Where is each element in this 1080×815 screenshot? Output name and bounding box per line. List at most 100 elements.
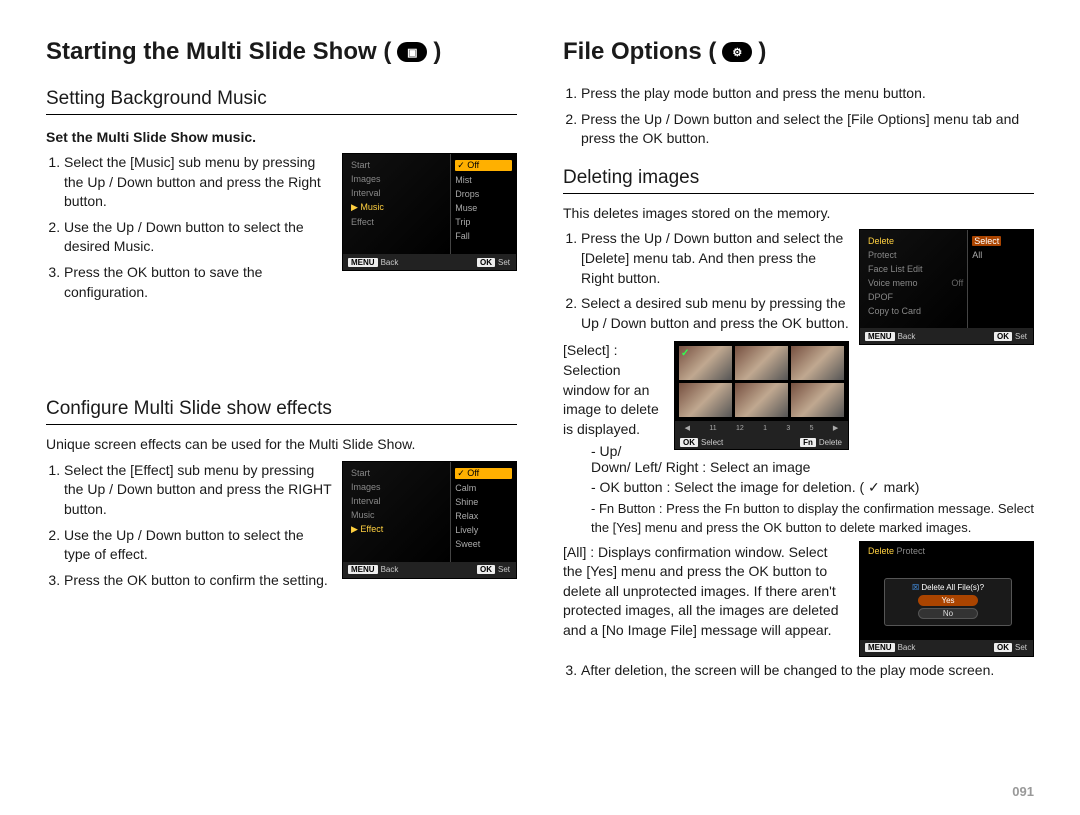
lcd-opt: Trip — [455, 217, 512, 227]
lcd-opt: Fall — [455, 231, 512, 241]
right-title: File Options ( ⚙ ) — [563, 38, 1034, 66]
thumb-cell — [679, 383, 732, 417]
lcd-item: Protect — [868, 250, 963, 260]
thumb-cell — [735, 383, 788, 417]
nav-right-icon: ▶ — [833, 424, 838, 432]
nav-left-icon: ◀ — [685, 424, 690, 432]
lcd-set-label: Set — [1015, 643, 1027, 652]
step: Press the Up / Down button and select th… — [581, 110, 1034, 149]
lcd-opt: Lively — [455, 525, 512, 535]
modal-question: Delete All File(s)? — [921, 583, 984, 592]
lcd-back-label: Back — [381, 258, 399, 267]
page-num: 3 — [786, 425, 790, 432]
thumb-cell — [791, 346, 844, 380]
lcd-item-selected: Music — [360, 202, 384, 212]
lcd-back-label: Back — [898, 332, 916, 341]
lcd-item: Start — [351, 468, 446, 478]
lcd-item-selected: Delete — [868, 546, 894, 556]
thumb-cell — [791, 383, 844, 417]
lcd-opt: Calm — [455, 483, 512, 493]
lcd-opt-selected: Off — [467, 468, 479, 478]
lcd-item: Start — [351, 160, 446, 170]
lcd-menu-btn: MENU — [348, 258, 378, 267]
lcd-ok-btn: OK — [477, 258, 495, 267]
heading-deleting: Deleting images — [563, 167, 1034, 194]
detail-line: - OK button : Select the image for delet… — [591, 479, 1034, 496]
page-number: 091 — [1012, 784, 1034, 799]
title-text: File Options ( — [563, 38, 716, 66]
lcd-item: Images — [351, 482, 446, 492]
lcd-opt: Drops — [455, 189, 512, 199]
lcd-set-label: Set — [498, 258, 510, 267]
lcd-ok-btn: OK — [680, 438, 698, 447]
section-effects: Configure Multi Slide show effects Uniqu… — [46, 380, 517, 598]
lcd-opt: Mist — [455, 175, 512, 185]
thumb-cell — [735, 346, 788, 380]
lcd-opt: Muse — [455, 203, 512, 213]
lcd-item: Voice memo — [868, 278, 918, 288]
lcd-back-label: Back — [898, 643, 916, 652]
lcd-ok-btn: OK — [994, 643, 1012, 652]
thumb-cell — [679, 346, 732, 380]
section-background-music: Setting Background Music Set the Multi S… — [46, 70, 517, 310]
lcd-opt: Shine — [455, 497, 512, 507]
modal-yes: Yes — [918, 595, 978, 606]
title-close: ) — [758, 38, 766, 66]
intro-effects: Unique screen effects can be used for th… — [46, 435, 517, 455]
modal-no: No — [918, 608, 978, 619]
lcd-ok-btn: OK — [477, 565, 495, 574]
lcd-item: Effect — [351, 217, 446, 227]
lcd-menu-btn: MENU — [865, 643, 895, 652]
left-title: Starting the Multi Slide Show ( ▣ ) — [46, 38, 517, 66]
lcd-set-label: Set — [498, 565, 510, 574]
lcd-item: Protect — [897, 546, 926, 556]
confirm-modal: ☒ Delete All File(s)? Yes No — [884, 578, 1012, 626]
lcd-fn-btn: Fn — [800, 438, 816, 447]
lcd-item-selected: Delete — [868, 236, 963, 246]
slideshow-icon: ▣ — [397, 42, 427, 62]
lcd-set-label: Set — [1015, 332, 1027, 341]
lcd-opt: Sweet — [455, 539, 512, 549]
lcd-delete-label: Delete — [819, 438, 842, 447]
lcd-thumbnail-select: ◀ 11 12 1 3 5 ▶ OK Select Fn Delete — [674, 341, 849, 450]
page-num: 11 — [709, 425, 716, 432]
lcd-delete-all-dialog: Delete Protect ☒ Delete All File(s)? Yes… — [859, 541, 1034, 657]
lcd-menu-btn: MENU — [865, 332, 895, 341]
lcd-item: Interval — [351, 496, 446, 506]
lcd-opt-selected: Select — [972, 236, 1001, 246]
file-options-icon: ⚙ — [722, 42, 752, 62]
lcd-opt-selected: Off — [467, 160, 479, 170]
lcd-item: Images — [351, 174, 446, 184]
right-column: File Options ( ⚙ ) Press the play mode b… — [563, 38, 1034, 688]
page-num: 1 — [763, 425, 767, 432]
lcd-item: DPOF — [868, 292, 963, 302]
step: After deletion, the screen will be chang… — [581, 661, 1034, 681]
lcd-item: Music — [351, 510, 446, 520]
lcd-back-label: Back — [381, 565, 399, 574]
lcd-opt: All — [972, 250, 1029, 260]
lcd-effect-menu: Start Images Interval Music ▶ Effect ✓ O… — [342, 461, 517, 579]
lcd-opt: Relax — [455, 511, 512, 521]
heading-effects: Configure Multi Slide show effects — [46, 398, 517, 425]
lcd-ok-btn: OK — [994, 332, 1012, 341]
page-num: 5 — [810, 425, 814, 432]
step: Press the play mode button and press the… — [581, 84, 1034, 104]
lcd-menu-btn: MENU — [348, 565, 378, 574]
title-text: Starting the Multi Slide Show ( — [46, 38, 391, 66]
subheading-bg-music: Set the Multi Slide Show music. — [46, 129, 517, 145]
page-num: 12 — [736, 425, 744, 432]
detail-line: - Fn Button : Press the Fn button to dis… — [591, 500, 1034, 536]
lcd-item: Interval — [351, 188, 446, 198]
lcd-select-label: Select — [701, 438, 723, 447]
left-column: Starting the Multi Slide Show ( ▣ ) Sett… — [46, 38, 517, 688]
intro-deleting: This deletes images stored on the memory… — [563, 204, 1034, 224]
lcd-music-menu: Start Images Interval ▶ Music Effect ✓ O… — [342, 153, 517, 271]
file-options-intro-steps: Press the play mode button and press the… — [563, 84, 1034, 149]
title-close: ) — [433, 38, 441, 66]
lcd-item-selected: Effect — [360, 524, 383, 534]
lcd-delete-menu: Delete Protect Face List Edit Voice memo… — [859, 229, 1034, 345]
lcd-item: Copy to Card — [868, 306, 963, 316]
lcd-value: Off — [951, 278, 963, 288]
step3-list: After deletion, the screen will be chang… — [563, 661, 1034, 681]
heading-bg-music: Setting Background Music — [46, 88, 517, 115]
